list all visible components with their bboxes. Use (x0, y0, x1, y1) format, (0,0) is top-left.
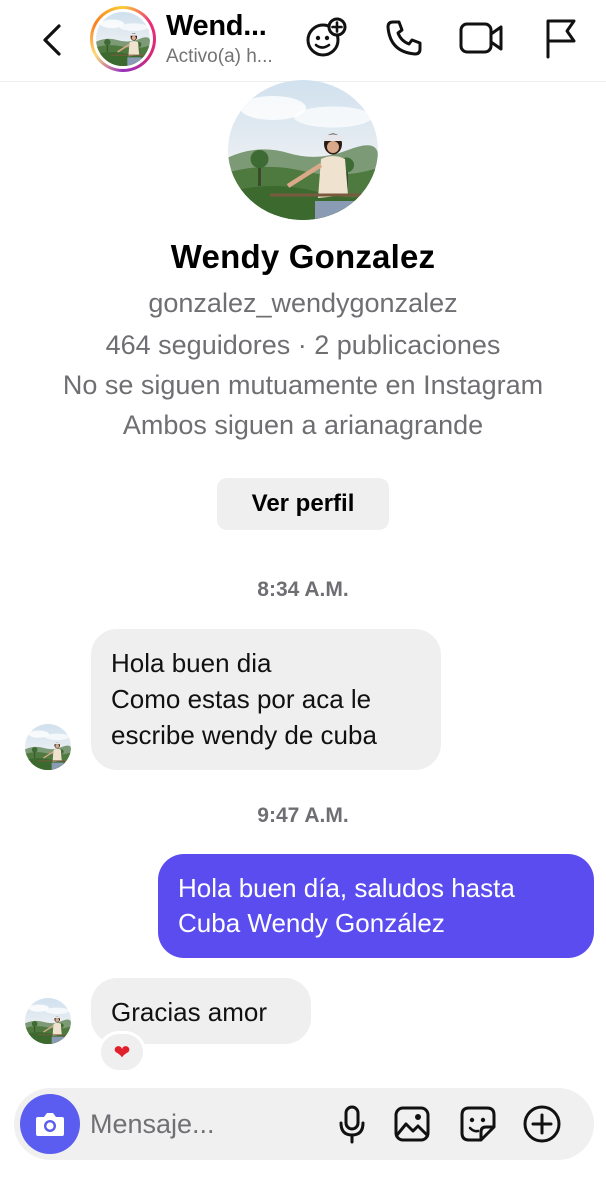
profile-username: gonzalez_wendygonzalez (148, 288, 458, 318)
profile-stats: 464 seguidores · 2 publicaciones (105, 330, 501, 360)
face-effects-icon (306, 17, 347, 57)
chat-header: Wend... Activo(a) h... (0, 0, 606, 82)
sticker-icon (460, 1106, 496, 1142)
camera-icon (36, 1113, 64, 1136)
back-button[interactable] (30, 18, 74, 62)
timestamp: 8:34 A.M. (257, 578, 349, 601)
sender-avatar[interactable] (25, 998, 71, 1044)
message-text: Gracias amor (111, 997, 268, 1027)
call-button[interactable] (380, 14, 428, 62)
message-line: Como estas por aca le (111, 684, 372, 714)
message-line: Hola buen día, saludos hasta (178, 873, 515, 903)
more-actions-button[interactable] (520, 1102, 564, 1146)
message-composer (14, 1088, 594, 1160)
incoming-message[interactable]: Hola buen dia Como estas por aca le escr… (91, 629, 441, 770)
profile-picture[interactable] (228, 80, 378, 220)
sender-avatar[interactable] (25, 724, 71, 770)
reaction-badge[interactable]: ❤ (98, 1031, 146, 1073)
header-avatar[interactable] (90, 6, 156, 72)
video-camera-icon (459, 22, 503, 54)
video-call-button[interactable] (457, 14, 505, 62)
flag-icon (546, 19, 576, 59)
contact-name[interactable]: Wend... (166, 10, 296, 43)
avatar-image (96, 12, 150, 66)
chevron-left-icon (43, 24, 61, 56)
mutual-follow-text: No se siguen mutuamente en Instagram (62, 370, 544, 400)
message-line: Hola buen dia (111, 648, 272, 678)
contact-status: Activo(a) h... (166, 46, 273, 67)
plus-circle-icon (523, 1105, 561, 1143)
profile-name: Wendy Gonzalez (170, 238, 436, 275)
phone-icon (386, 20, 422, 56)
view-profile-button[interactable]: Ver perfil (217, 478, 389, 530)
outgoing-message[interactable]: Hola buen día, saludos hasta Cuba Wendy … (158, 854, 594, 958)
message-line: escribe wendy de cuba (111, 720, 377, 750)
gallery-button[interactable] (390, 1102, 434, 1146)
message-input[interactable] (90, 1102, 320, 1146)
gallery-icon (394, 1106, 430, 1142)
camera-button[interactable] (20, 1094, 80, 1154)
voice-message-button[interactable] (330, 1102, 374, 1146)
effects-button[interactable] (302, 14, 350, 62)
report-button[interactable] (536, 14, 584, 62)
sticker-button[interactable] (456, 1102, 500, 1146)
microphone-icon (339, 1105, 365, 1144)
heart-icon: ❤ (113, 1041, 131, 1064)
message-line: Cuba Wendy González (178, 908, 445, 938)
timestamp: 9:47 A.M. (257, 804, 349, 827)
shared-follow-text: Ambos siguen a arianagrande (122, 410, 484, 440)
